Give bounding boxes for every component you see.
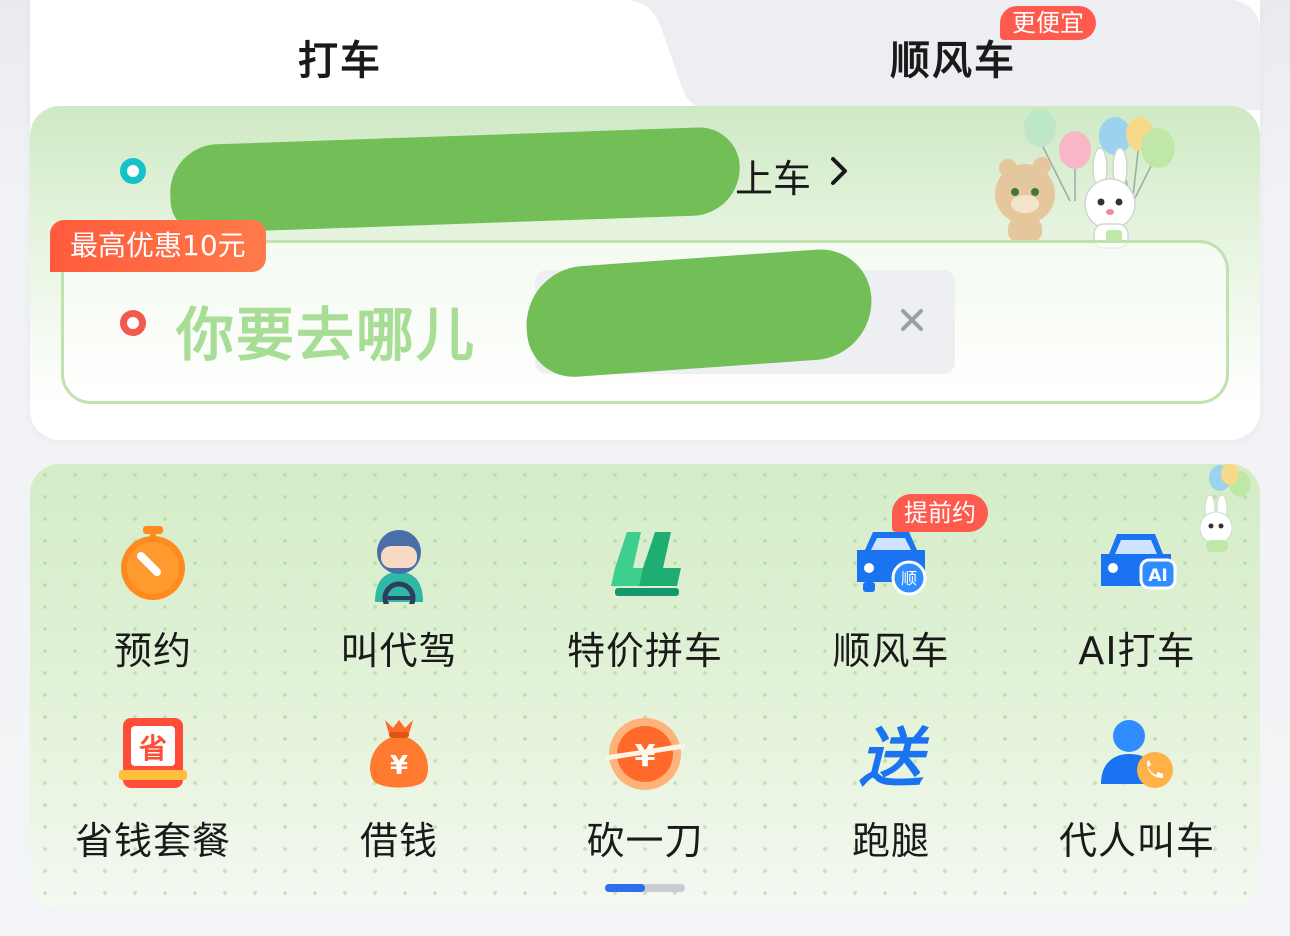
svg-text:¥: ¥ xyxy=(390,751,408,781)
page-indicator-thumb xyxy=(605,884,645,892)
page-indicator[interactable] xyxy=(605,884,685,892)
booking-card: 打车 顺风车 更便宜 上车 最高优惠10元 你要去哪儿 xyxy=(30,0,1260,440)
call-for-others-icon xyxy=(1101,720,1173,788)
service-label: 预约 xyxy=(113,629,192,673)
service-jiaodaijia[interactable]: 叫代驾 xyxy=(276,524,522,694)
service-dairenjiaoche[interactable]: 代人叫车 xyxy=(1014,714,1260,884)
promo-badge: 最高优惠10元 xyxy=(50,220,266,272)
ai-car-icon: AI xyxy=(1101,534,1177,590)
service-paotui[interactable]: 送 跑腿 xyxy=(768,714,1014,884)
service-label: 特价拼车 xyxy=(566,629,723,673)
service-label: 顺风车 xyxy=(832,629,950,673)
service-label: 跑腿 xyxy=(851,819,930,863)
service-shunfengche[interactable]: 顺 顺风车 xyxy=(768,524,1014,694)
service-jieqian[interactable]: ¥ 借钱 xyxy=(276,714,522,884)
svg-text:送: 送 xyxy=(859,722,930,794)
service-ai-dache[interactable]: AI AI打车 xyxy=(1014,524,1260,694)
service-yuyue[interactable]: 预约 xyxy=(30,524,276,694)
ride-hailing-home: 打车 顺风车 更便宜 上车 最高优惠10元 你要去哪儿 提前约 预约 叫代驾 特… xyxy=(0,0,1290,936)
service-label: 代人叫车 xyxy=(1058,819,1215,863)
service-label: AI打车 xyxy=(1078,629,1196,673)
close-icon[interactable] xyxy=(896,304,928,336)
advance-booking-badge: 提前约 xyxy=(892,494,988,532)
service-label: 借钱 xyxy=(359,819,438,863)
service-label: 叫代驾 xyxy=(340,629,458,673)
discount-coin-icon: ¥ xyxy=(605,718,685,790)
svg-text:省: 省 xyxy=(139,732,167,765)
service-shengqiantaocan[interactable]: 省 省钱套餐 xyxy=(30,714,276,884)
destination-input[interactable]: 你要去哪儿 xyxy=(176,288,476,372)
carpool-seats-icon xyxy=(611,532,681,596)
service-label: 砍一刀 xyxy=(586,819,704,863)
service-tejiapinche[interactable]: 特价拼车 xyxy=(522,524,768,694)
services-grid: 提前约 预约 叫代驾 特价拼车 顺 顺风车 AI AI打车 省 省钱套餐 ¥ 借… xyxy=(30,464,1260,910)
service-kanyidao[interactable]: ¥ 砍一刀 xyxy=(522,714,768,884)
delivery-icon: 送 xyxy=(859,722,930,794)
service-label: 省钱套餐 xyxy=(74,819,231,863)
stopwatch-icon xyxy=(121,526,185,600)
savings-pack-icon: 省 xyxy=(119,718,187,788)
hitchhike-car-icon: 顺 xyxy=(857,532,927,596)
tab-shunfengche[interactable]: 顺风车 xyxy=(890,28,1016,86)
svg-text:AI: AI xyxy=(1148,566,1167,586)
cheaper-badge: 更便宜 xyxy=(1000,6,1096,40)
destination-dot-icon xyxy=(120,310,146,336)
designated-driver-icon xyxy=(375,530,423,604)
money-bag-icon: ¥ xyxy=(370,720,428,788)
tab-dache[interactable]: 打车 xyxy=(298,28,382,86)
svg-text:顺: 顺 xyxy=(901,569,917,588)
svg-text:¥: ¥ xyxy=(635,739,656,774)
destination-row: 最高优惠10元 你要去哪儿 xyxy=(30,106,1260,440)
mode-tabs: 打车 顺风车 更便宜 xyxy=(30,0,1260,110)
